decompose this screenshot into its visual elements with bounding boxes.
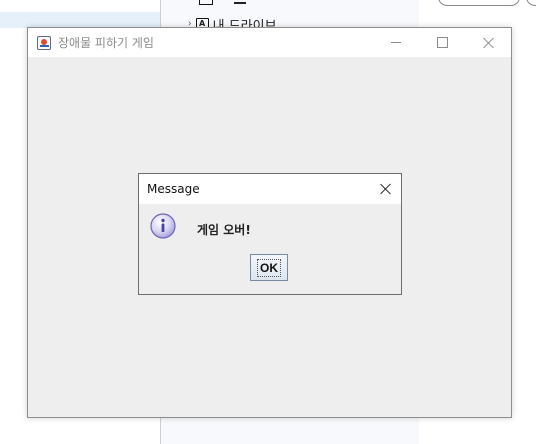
dialog-message: 게임 오버!	[197, 223, 251, 237]
window-titlebar[interactable]: 장애물 피하기 게임	[28, 28, 511, 57]
close-button[interactable]	[465, 28, 511, 57]
message-dialog: Message 게임 오버! OK	[138, 173, 402, 295]
background-item-label	[234, 0, 246, 4]
minimize-button[interactable]	[373, 28, 419, 57]
ok-button[interactable]: OK	[250, 254, 288, 281]
window-title: 장애물 피하기 게임	[58, 36, 154, 50]
desktop: › A 내 드라이브 장애물 피하기 게임 Message 게임 오버! OK	[0, 0, 536, 444]
minimize-icon	[391, 42, 401, 43]
background-search-box[interactable]	[438, 0, 520, 6]
dialog-close-button[interactable]	[369, 174, 401, 204]
close-icon	[482, 37, 494, 49]
info-icon	[150, 213, 176, 239]
background-selected-row	[0, 12, 160, 28]
dialog-titlebar[interactable]: Message	[139, 174, 401, 204]
dialog-title: Message	[147, 182, 200, 196]
background-folder-icon	[199, 0, 213, 5]
maximize-button[interactable]	[419, 28, 465, 57]
java-app-icon	[37, 35, 51, 50]
window-controls	[373, 28, 511, 57]
maximize-icon	[436, 37, 448, 48]
close-icon	[379, 183, 391, 195]
ok-button-label: OK	[257, 258, 281, 277]
background-button[interactable]	[526, 0, 536, 6]
